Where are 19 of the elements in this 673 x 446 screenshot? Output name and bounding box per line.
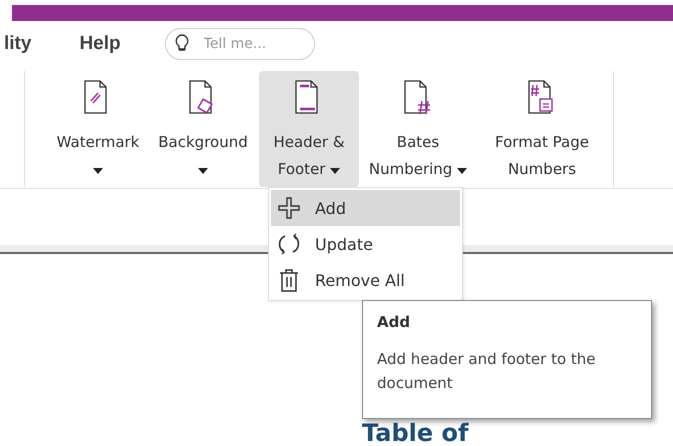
ribbon-button[interactable]: Background	[147, 71, 259, 187]
menu-item[interactable]: Update	[271, 226, 460, 262]
ribbon-button[interactable]: Header & Footer	[259, 71, 359, 187]
refresh-icon	[277, 232, 301, 256]
search-field[interactable]: Tell me...	[164, 28, 315, 60]
page-number-icon	[404, 79, 432, 117]
ribbon-button[interactable]: Watermark	[49, 71, 147, 187]
tooltip-title: Add	[377, 313, 412, 331]
document-heading: Table of	[362, 420, 468, 446]
plus-icon	[277, 196, 301, 220]
ribbon-button[interactable]: Format Page Numbers	[477, 71, 607, 187]
trash-icon	[277, 268, 301, 292]
lightbulb-icon	[174, 34, 189, 52]
ribbon-button[interactable]: Bates Numbering	[359, 71, 477, 187]
tooltip-text: Add header and footer to the document	[377, 349, 597, 394]
menu-tab[interactable]: lity	[4, 33, 32, 55]
menu-item[interactable]: Remove All	[271, 262, 460, 298]
menu-tab[interactable]: Help	[79, 33, 121, 55]
menu-item[interactable]: Add	[271, 190, 460, 226]
